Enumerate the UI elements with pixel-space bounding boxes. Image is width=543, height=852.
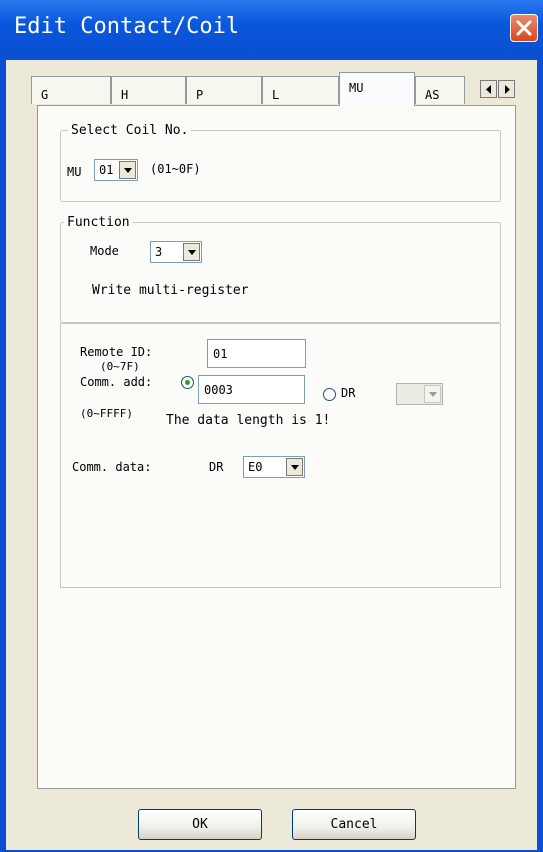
window-title: Edit Contact/Coil: [14, 14, 240, 39]
dr-radio[interactable]: [323, 388, 336, 401]
comm-add-radio[interactable]: [181, 376, 194, 389]
tab-scroll-left-button[interactable]: [480, 80, 497, 98]
cancel-button[interactable]: Cancel: [292, 809, 416, 840]
coil-range-label: (01~0F): [150, 162, 201, 176]
chevron-down-icon: [188, 250, 196, 255]
ok-button[interactable]: OK: [138, 809, 262, 840]
title-bar[interactable]: Edit Contact/Coil: [0, 0, 543, 60]
tab-p[interactable]: P: [186, 76, 262, 104]
comm-add-value: 0003: [204, 383, 233, 397]
tab-h[interactable]: H: [111, 76, 186, 104]
dr-select[interactable]: [396, 383, 443, 405]
comm-data-label: Comm. data:: [72, 460, 152, 474]
comm-data-dropdown-button[interactable]: [286, 458, 303, 476]
tab-l[interactable]: L: [262, 76, 339, 104]
mode-dropdown-button[interactable]: [183, 243, 200, 261]
mode-value: 3: [155, 245, 163, 259]
tab-as[interactable]: AS: [415, 76, 465, 104]
tab-scroll-right-button[interactable]: [498, 80, 515, 98]
arrow-right-icon: [505, 85, 510, 94]
comm-data-value: E0: [248, 460, 263, 474]
coil-number-dropdown-button[interactable]: [119, 161, 136, 179]
mode-select[interactable]: 3: [150, 241, 202, 263]
comm-data-prefix: DR: [209, 460, 224, 474]
arrow-left-icon: [486, 85, 491, 94]
select-coil-legend: Select Coil No.: [68, 123, 192, 138]
comm-data-select[interactable]: E0: [243, 456, 305, 478]
mode-label: Mode: [90, 244, 119, 258]
dr-dropdown-button[interactable]: [424, 385, 441, 403]
data-length-message: The data length is 1!: [166, 413, 331, 428]
remote-id-range: (0~7F): [100, 360, 140, 373]
coil-number-select[interactable]: 01: [94, 159, 138, 181]
coil-number-value: 01: [99, 163, 114, 177]
dr-option-label: DR: [341, 386, 356, 400]
remote-id-label: Remote ID:: [80, 345, 153, 359]
tab-mu[interactable]: MU: [339, 72, 415, 106]
comm-add-input[interactable]: 0003: [198, 375, 305, 404]
close-icon: [516, 20, 532, 36]
function-group: [60, 222, 501, 323]
coil-prefix-label: MU: [67, 165, 82, 179]
chevron-down-icon: [429, 392, 437, 397]
chevron-down-icon: [291, 465, 299, 470]
mode-description: Write multi-register: [92, 283, 249, 298]
comm-add-label: Comm. add:: [80, 375, 153, 389]
chevron-down-icon: [124, 168, 132, 173]
function-legend: Function: [64, 215, 133, 230]
tab-g[interactable]: G: [31, 76, 111, 104]
radio-selected-dot: [185, 380, 190, 385]
dialog-window: Edit Contact/Coil G H P L MU AS Select C…: [0, 0, 543, 852]
close-button[interactable]: [510, 14, 538, 42]
remote-id-value: 01: [213, 347, 228, 361]
comm-add-range: (0~FFFF): [80, 407, 133, 420]
remote-id-input[interactable]: 01: [207, 339, 306, 368]
